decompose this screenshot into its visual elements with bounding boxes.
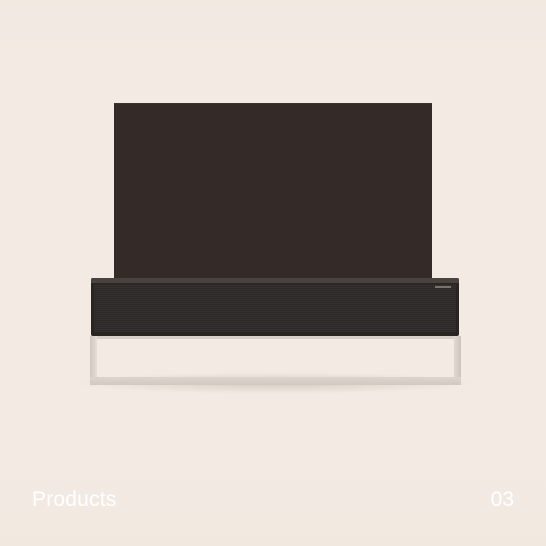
brand-logo-icon: [435, 286, 451, 288]
page-number: 03: [490, 488, 514, 511]
tv-cabinet: [91, 278, 459, 336]
product-stage: Products 03: [0, 0, 546, 546]
tv-stand: [90, 336, 461, 385]
stand-top-rail: [90, 336, 461, 339]
tv-screen: [114, 103, 432, 283]
section-title: Products: [32, 488, 117, 511]
stand-base-rail: [90, 377, 461, 385]
cabinet-top-edge: [91, 278, 459, 283]
speaker-fabric: [94, 284, 456, 332]
